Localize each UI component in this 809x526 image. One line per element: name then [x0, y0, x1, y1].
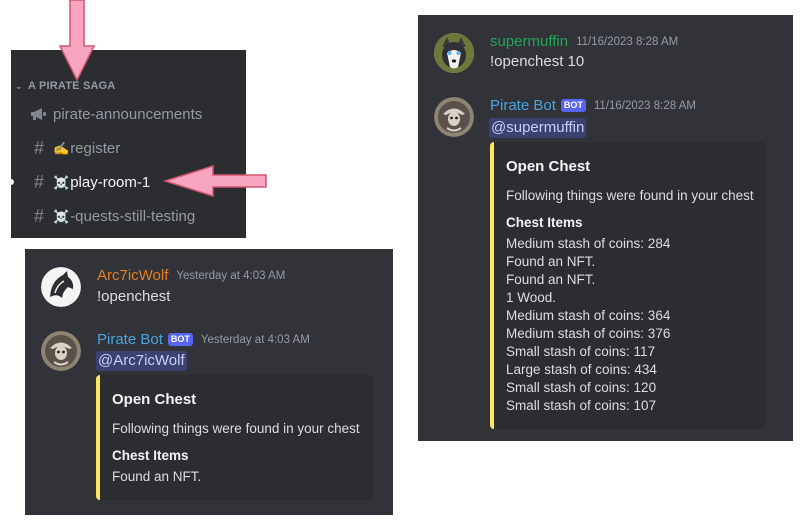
- embed-description: Following things were found in your ches…: [506, 188, 754, 203]
- channel-label: -quests-still-testing: [70, 207, 196, 225]
- timestamp: Yesterday at 4:03 AM: [176, 269, 286, 282]
- timestamp: Yesterday at 4:03 AM: [200, 333, 310, 346]
- megaphone-icon: [29, 104, 49, 124]
- username[interactable]: Pirate Bot: [490, 97, 556, 114]
- channel-label: play-room-1: [70, 173, 151, 191]
- channel-item-quests-still-testing[interactable]: # ☠️-quests-still-testing: [11, 202, 246, 230]
- timestamp: 11/16/2023 8:28 AM: [576, 35, 679, 48]
- list-item: Found an NFT.: [112, 469, 202, 484]
- channel-label: pirate-announcements: [53, 105, 203, 123]
- embed-title: Open Chest: [112, 391, 197, 408]
- embed-card: Open Chest Following things were found i…: [96, 375, 373, 500]
- unread-indicator: [8, 179, 14, 185]
- list-item: Small stash of coins: 117: [506, 344, 656, 359]
- list-item: 1 Wood.: [506, 290, 557, 305]
- list-item: Small stash of coins: 120: [506, 380, 657, 395]
- chat-panel-right: supermuffin 11/16/2023 8:28 AM !openches…: [418, 15, 793, 441]
- message-content: !openchest 10: [490, 53, 585, 70]
- hash-icon: #: [33, 205, 44, 226]
- username[interactable]: Arc7icWolf: [97, 267, 168, 284]
- bot-badge: BOT: [167, 333, 193, 346]
- list-item: Found an NFT.: [506, 272, 596, 287]
- chevron-down-icon: ⌄: [15, 80, 23, 91]
- user-mention[interactable]: @supermuffin: [489, 118, 587, 138]
- writing-hand-emoji: ✍️: [53, 140, 70, 156]
- chat-panel-left: Arc7icWolf Yesterday at 4:03 AM !openche…: [25, 249, 393, 515]
- avatar[interactable]: [434, 97, 474, 137]
- list-item: Large stash of coins: 434: [506, 362, 657, 377]
- list-item: Medium stash of coins: 284: [506, 236, 671, 251]
- channel-sidebar: ⌄ A PIRATE SAGA pirate-announcements # ✍…: [8, 50, 246, 238]
- avatar[interactable]: [41, 267, 81, 307]
- message-content: !openchest: [97, 288, 171, 305]
- list-item: Medium stash of coins: 364: [506, 308, 671, 323]
- list-item: Found an NFT.: [506, 254, 596, 269]
- channel-item-pirate-announcements[interactable]: pirate-announcements: [11, 100, 246, 128]
- username[interactable]: supermuffin: [490, 33, 568, 50]
- list-item: Small stash of coins: 107: [506, 398, 657, 413]
- annotation-left-arrow-icon: [163, 164, 267, 198]
- channel-item-register[interactable]: # ✍️register: [11, 134, 246, 162]
- list-item: Medium stash of coins: 376: [506, 326, 671, 341]
- username[interactable]: Pirate Bot: [97, 331, 163, 348]
- bot-badge: BOT: [560, 99, 586, 112]
- embed-field-name: Chest Items: [112, 448, 189, 463]
- skull-crossbones-emoji: ☠️: [53, 208, 70, 224]
- user-mention[interactable]: @Arc7icWolf: [96, 351, 187, 371]
- embed-field-name: Chest Items: [506, 215, 583, 230]
- avatar[interactable]: [434, 33, 474, 73]
- avatar[interactable]: [41, 331, 81, 371]
- channel-label: register: [70, 139, 121, 157]
- embed-card: Open Chest Following things were found i…: [490, 142, 766, 429]
- hash-icon: #: [33, 137, 44, 158]
- hash-icon: #: [33, 171, 44, 192]
- annotation-down-arrow-icon: [58, 0, 96, 82]
- embed-title: Open Chest: [506, 158, 591, 175]
- embed-field-items: Medium stash of coins: 284 Found an NFT.…: [506, 235, 670, 415]
- timestamp: 11/16/2023 8:28 AM: [593, 99, 696, 112]
- skull-crossbones-emoji: ☠️: [53, 174, 70, 190]
- embed-description: Following things were found in your ches…: [112, 421, 360, 436]
- embed-field-items: Found an NFT.: [112, 468, 201, 486]
